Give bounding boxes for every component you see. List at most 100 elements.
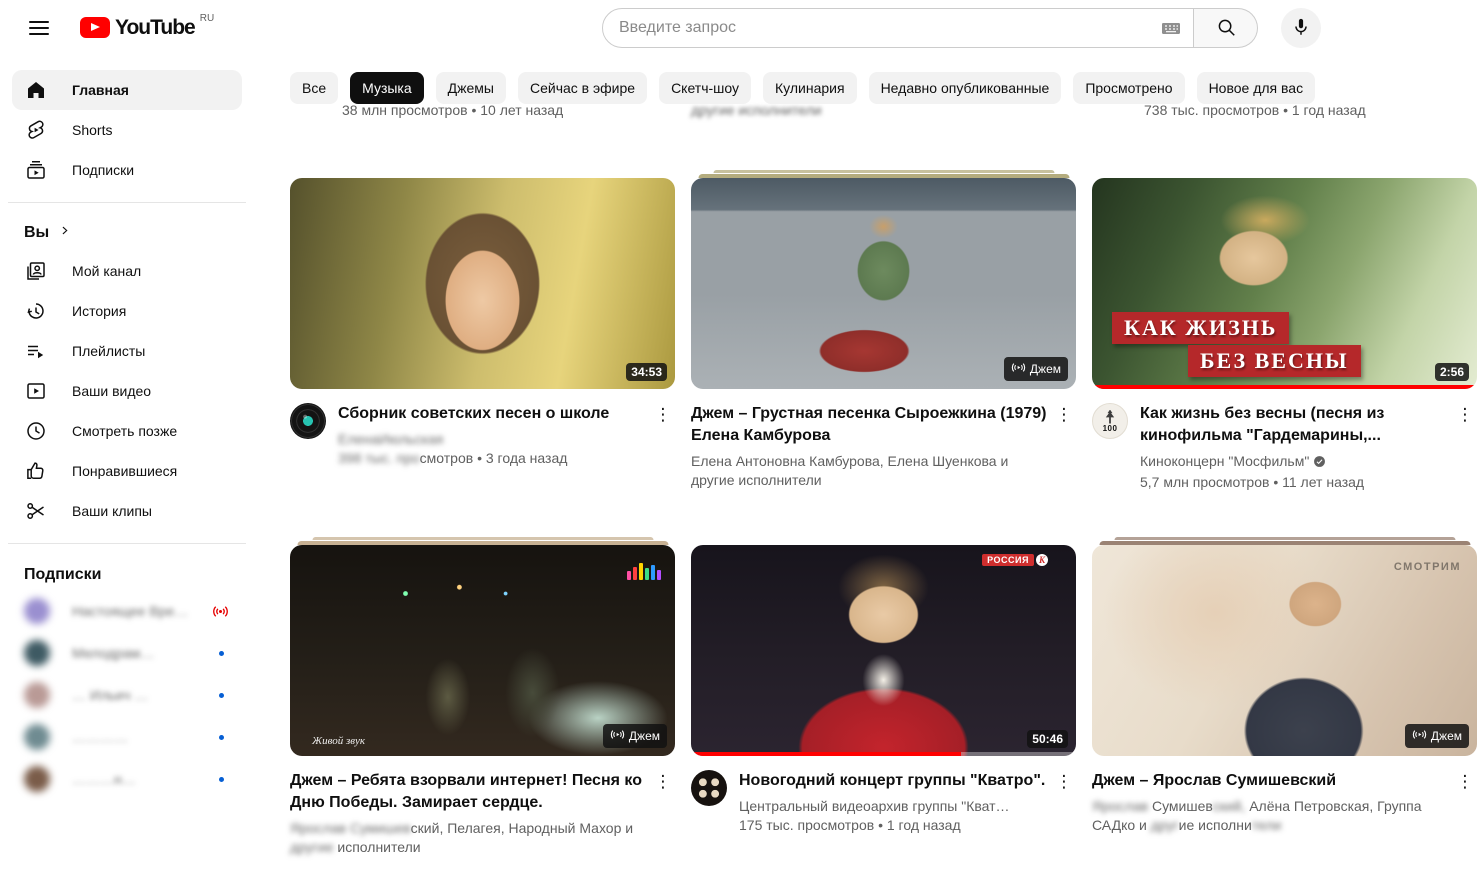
subscription-name: Настоящее Вре…	[72, 603, 211, 619]
video-meta: 738 тыс. просмотров • 1 год назад	[1144, 102, 1366, 118]
jam-badge: Джем	[1004, 357, 1068, 381]
filter-chip[interactable]: Недавно опубликованные	[869, 72, 1062, 104]
video-title[interactable]: Джем – Ярослав Сумишевский	[1092, 770, 1449, 792]
logo-region: RU	[200, 13, 214, 24]
video-thumbnail[interactable]: КАК ЖИЗНЬБЕЗ ВЕСНЫ2:56	[1092, 178, 1477, 389]
sidebar-item-my-channel[interactable]: Мой канал	[12, 251, 242, 291]
sidebar-you-items: Мой канал История ПлейлистыВаши видео Смотр…	[12, 251, 242, 531]
mix-stack	[290, 537, 675, 545]
jam-badge-label: Джем	[1431, 729, 1462, 743]
video-title[interactable]: Как жизнь без весны (песня из кинофильма…	[1140, 403, 1449, 447]
microphone-icon	[1290, 16, 1312, 41]
kebab-menu-button[interactable]: ⋮	[1453, 403, 1477, 427]
filter-chip[interactable]: Кулинария	[763, 72, 857, 104]
sidebar-item-label: Главная	[72, 82, 230, 98]
filter-chip[interactable]: Новое для вас	[1197, 72, 1316, 104]
byline-text: Елена Антоновна Камбурова, Елена Шуенков…	[691, 453, 1008, 488]
channel-avatar[interactable]	[691, 770, 727, 806]
sidebar-item-history[interactable]: История	[12, 291, 242, 331]
card-head-spacer	[1092, 170, 1477, 178]
jam-badge-label: Джем	[629, 729, 660, 743]
new-video-dot-icon	[219, 651, 230, 656]
channel-avatar	[24, 724, 50, 750]
watch-later-icon	[24, 419, 48, 443]
video-title[interactable]: Сборник советских песен о школе	[338, 403, 647, 425]
sidebar-subscription[interactable]: …………	[12, 716, 242, 758]
byline-text: тели	[1252, 817, 1282, 833]
history-icon	[24, 299, 48, 323]
sidebar-item-watch-later[interactable]: Смотреть позже	[12, 411, 242, 451]
sidebar-item-clips[interactable]: Ваши клипы	[12, 491, 242, 531]
sidebar-item-playlists[interactable]: Плейлисты	[12, 331, 242, 371]
video-thumbnail[interactable]: Джем	[691, 178, 1076, 389]
filter-chip[interactable]: Скетч-шоу	[659, 72, 751, 104]
video-meta-row: Новогодний концерт группы "Кватро".Центр…	[691, 770, 1076, 835]
my-channel-icon	[24, 259, 48, 283]
video-title[interactable]: Джем – Ребята взорвали интернет! Песня к…	[290, 770, 647, 814]
filter-chip[interactable]: Музыка	[350, 72, 424, 104]
filter-chip[interactable]: Джемы	[436, 72, 506, 104]
sidebar-item-subscriptions[interactable]: Подписки	[12, 150, 242, 190]
channel-avatar[interactable]: 100	[1092, 403, 1128, 439]
sidebar-you-header[interactable]: Вы	[12, 215, 242, 251]
live-icon	[211, 602, 230, 621]
sidebar-divider	[8, 202, 246, 203]
chevron-right-icon	[57, 223, 72, 243]
kebab-menu-button[interactable]: ⋮	[651, 770, 675, 794]
video-thumbnail[interactable]: РОССИЯК50:46	[691, 545, 1076, 756]
sidebar-subscription[interactable]: Мелодрам…	[12, 632, 242, 674]
channel-avatar[interactable]	[290, 403, 326, 439]
byline-text: исполнители	[334, 839, 421, 855]
sidebar-item-your-videos[interactable]: Ваши видео	[12, 371, 242, 411]
video-card[interactable]: КАК ЖИЗНЬБЕЗ ВЕСНЫ2:56 100 Как жизнь без в…	[1092, 170, 1477, 492]
video-card[interactable]: СМОТРИМДжемДжем – Ярослав СумишевскийЯро…	[1092, 537, 1477, 857]
search-input[interactable]	[619, 19, 1159, 37]
filter-chip[interactable]: Все	[290, 72, 338, 104]
sidebar-item-shorts[interactable]: Shorts	[12, 110, 242, 150]
hamburger-menu-icon[interactable]	[19, 8, 59, 48]
kebab-menu-button[interactable]: ⋮	[651, 403, 675, 427]
kebab-menu-button[interactable]: ⋮	[1052, 403, 1076, 427]
video-card[interactable]: Живой звукДжем Джем – Ребята взорвали инт…	[290, 537, 675, 857]
your-videos-icon	[24, 379, 48, 403]
sidebar-subscription[interactable]: Настоящее Вре…	[12, 590, 242, 632]
byline-text: 175 тыс. просмотров • 1 год назад	[739, 817, 961, 833]
search-button[interactable]	[1194, 8, 1258, 48]
watch-progress-fill	[691, 752, 961, 756]
video-text-block: Джем – Грустная песенка Сыроежкина (1979…	[691, 403, 1048, 490]
video-card[interactable]: Джем Джем – Грустная песенка Сыроежкина (…	[691, 170, 1076, 492]
video-meta-row: Джем – Грустная песенка Сыроежкина (1979…	[691, 403, 1076, 490]
video-title[interactable]: Джем – Грустная песенка Сыроежкина (1979…	[691, 403, 1048, 447]
clips-icon	[24, 499, 48, 523]
mix-icon	[1011, 360, 1026, 378]
mix-icon	[610, 727, 625, 745]
video-thumbnail[interactable]: СМОТРИМДжем	[1092, 545, 1477, 756]
mix-stack	[691, 170, 1076, 178]
video-card[interactable]: РОССИЯК50:46 Новогодний концерт группы "К…	[691, 537, 1076, 857]
sidebar-item-home[interactable]: Главная	[12, 70, 242, 110]
main-content: Все Музыка Джемы Сейчас в эфире Скетч-шоу Кул…	[254, 56, 1479, 870]
kebab-menu-button[interactable]: ⋮	[1052, 770, 1076, 794]
tv-channel-badge-letter: К	[1036, 554, 1048, 566]
sidebar-item-label: Смотреть позже	[72, 423, 230, 439]
filter-chip[interactable]: Просмотрено	[1073, 72, 1184, 104]
sidebar-item-label: История	[72, 303, 230, 319]
filter-chip[interactable]: Сейчас в эфире	[518, 72, 647, 104]
sidebar-subscription[interactable]: … Ильич …	[12, 674, 242, 716]
voice-search-button[interactable]	[1281, 8, 1321, 48]
video-thumbnail[interactable]: Живой звукДжем	[290, 545, 675, 756]
youtube-logo[interactable]: YouTube RU	[80, 13, 214, 40]
video-card[interactable]: 34:53 Сборник советских песен о школеЕлен…	[290, 170, 675, 492]
sidebar-subscription[interactable]: ………н…	[12, 758, 242, 800]
sidebar-item-liked[interactable]: Понравившиеся	[12, 451, 242, 491]
video-byline: Елена Антоновна Камбурова, Елена Шуенков…	[691, 452, 1048, 490]
video-title[interactable]: Новогодний концерт группы "Кватро".	[739, 770, 1048, 792]
video-meta: другие исполнители	[691, 102, 822, 118]
kebab-menu-button[interactable]: ⋮	[1453, 770, 1477, 794]
video-meta-row: Сборник советских песен о школеЕленаИюль…	[290, 403, 675, 468]
byline-line: 175 тыс. просмотров • 1 год назад	[739, 816, 1048, 835]
byline-line: Елена Антоновна Камбурова, Елена Шуенков…	[691, 452, 1048, 490]
chip-bar: Все Музыка Джемы Сейчас в эфире Скетч-шоу Кул…	[290, 72, 1479, 104]
video-thumbnail[interactable]: 34:53	[290, 178, 675, 389]
keyboard-icon[interactable]	[1159, 16, 1183, 40]
